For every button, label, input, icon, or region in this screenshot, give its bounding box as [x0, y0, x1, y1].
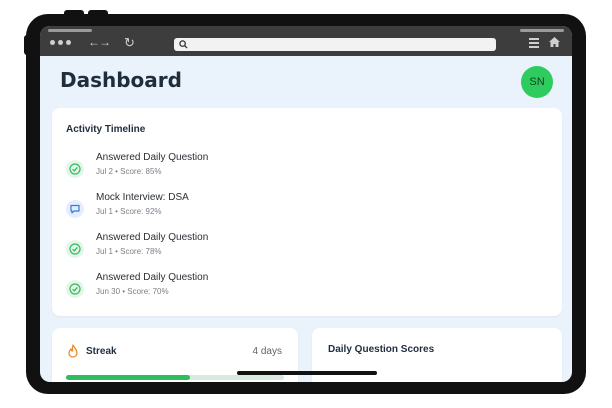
timeline-item[interactable]: Answered Daily Question Jul 2 • Score: 8…: [66, 152, 366, 188]
menu-icon[interactable]: [529, 38, 539, 50]
timeline-item-title: Mock Interview: DSA: [96, 192, 189, 203]
device-side-button: [24, 35, 32, 55]
home-icon[interactable]: [548, 36, 561, 48]
page-title: Dashboard: [60, 68, 182, 92]
streak-progress-bar: [66, 375, 284, 380]
window-controls[interactable]: [50, 40, 71, 45]
streak-progress-fill: [66, 375, 191, 380]
timeline-item[interactable]: Mock Interview: DSA Jul 1 • Score: 92%: [66, 192, 366, 228]
flame-icon: [68, 344, 78, 358]
avatar[interactable]: SN: [521, 66, 553, 98]
streak-value: 4 days: [252, 346, 282, 357]
activity-timeline-card: Activity Timeline Answered Daily Questio…: [52, 108, 562, 316]
timeline-item-subtitle: Jun 30 • Score: 70%: [96, 287, 169, 296]
home-indicator: [237, 371, 377, 375]
address-bar[interactable]: [174, 38, 496, 51]
page-header: Dashboard SN: [40, 56, 572, 106]
timeline-item-subtitle: Jul 1 • Score: 92%: [96, 207, 162, 216]
screen: ←→ ↻ Dashboard SN Activity Timeline Answ…: [40, 26, 572, 382]
timeline-item-title: Answered Daily Question: [96, 152, 209, 163]
device-top-button: [64, 10, 84, 18]
device-top-button: [88, 10, 108, 18]
activity-timeline-title: Activity Timeline: [66, 124, 146, 135]
timeline-item[interactable]: Answered Daily Question Jul 1 • Score: 7…: [66, 232, 366, 268]
timeline-item-title: Answered Daily Question: [96, 232, 209, 243]
search-icon: [179, 40, 188, 49]
reload-icon[interactable]: ↻: [124, 35, 135, 51]
check-circle-icon: [66, 280, 84, 298]
daily-question-scores-title: Daily Question Scores: [328, 344, 435, 355]
timeline-item-subtitle: Jul 1 • Score: 78%: [96, 247, 162, 256]
browser-toolbar: ←→ ↻: [40, 26, 572, 56]
check-circle-icon: [66, 160, 84, 178]
check-circle-icon: [66, 240, 84, 258]
streak-title: Streak: [86, 346, 117, 357]
browser-tab-strip: [48, 29, 92, 32]
timeline-item-title: Answered Daily Question: [96, 272, 209, 283]
back-forward-icon[interactable]: ←→: [88, 35, 111, 49]
browser-tab-strip: [520, 29, 564, 32]
timeline-item[interactable]: Answered Daily Question Jun 30 • Score: …: [66, 272, 366, 308]
timeline-item-subtitle: Jul 2 • Score: 85%: [96, 167, 162, 176]
chat-bubble-icon: [66, 200, 84, 218]
